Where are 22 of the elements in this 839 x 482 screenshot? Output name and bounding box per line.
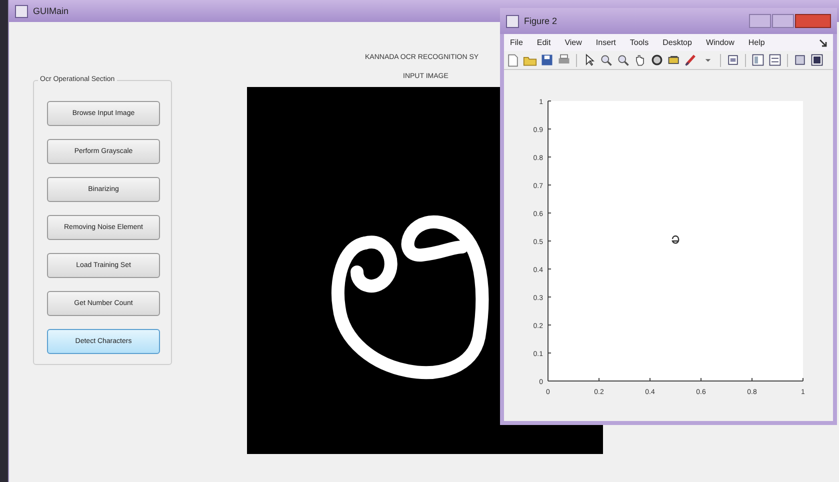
window-title: GUIMain — [33, 6, 69, 16]
menu-item[interactable]: Desktop — [662, 38, 692, 47]
window-title: Figure 2 — [524, 16, 558, 26]
menu-item[interactable]: Edit — [536, 38, 551, 47]
menu-item[interactable]: View — [564, 38, 582, 47]
menu-item[interactable]: Help — [748, 38, 765, 47]
new-file-icon[interactable] — [506, 53, 520, 67]
dock-arrow-icon[interactable] — [819, 38, 827, 46]
colorbar-icon[interactable] — [751, 53, 765, 67]
window-icon — [506, 14, 519, 28]
save-icon[interactable] — [540, 53, 554, 67]
hand-icon[interactable] — [633, 53, 647, 67]
character-glyph-icon — [672, 235, 680, 244]
menu-item[interactable]: Tools — [630, 38, 649, 47]
zoom-out-icon[interactable] — [616, 53, 630, 67]
zoom-in-icon[interactable] — [599, 53, 613, 67]
menu-item[interactable]: Insert — [596, 38, 616, 47]
brush-icon[interactable] — [684, 53, 698, 67]
legend-icon[interactable] — [768, 53, 782, 67]
menu-item[interactable]: Window — [706, 38, 734, 47]
window-icon — [15, 4, 28, 18]
menu-item[interactable]: File — [510, 38, 523, 47]
